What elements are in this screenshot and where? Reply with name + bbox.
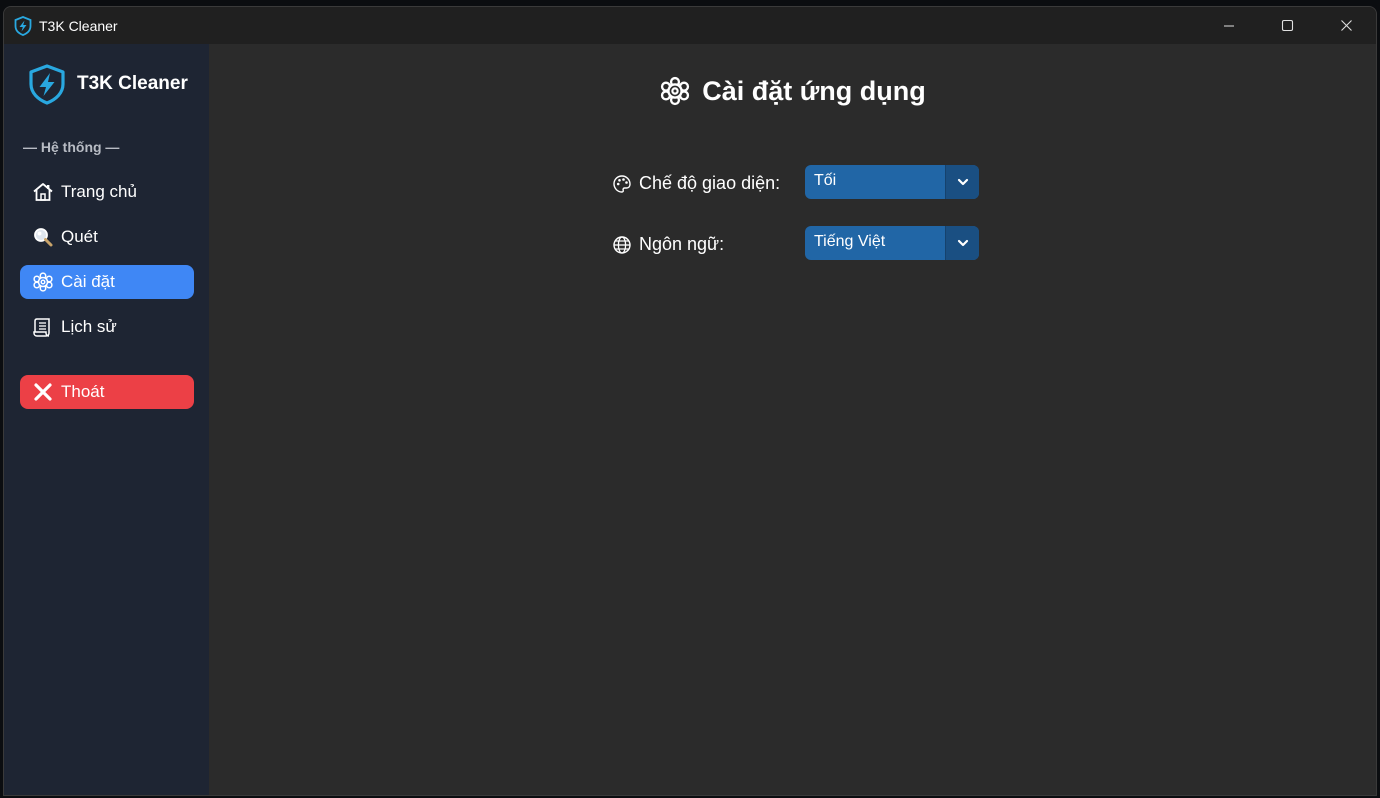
title-bar: T3K Cleaner: [4, 7, 1376, 44]
close-x-icon: [32, 381, 54, 403]
minimize-icon: [1223, 24, 1234, 27]
main-panel: Cài đặt ứng dụng Chế độ giao diện: Tối N…: [209, 44, 1376, 795]
setting-row-theme: Chế độ giao diện:: [612, 173, 804, 194]
magnifier-icon: [32, 226, 54, 248]
language-label: Ngôn ngữ:: [639, 234, 725, 254]
sidebar-item-home[interactable]: Trang chủ: [20, 175, 194, 209]
theme-dropdown-value: Tối: [814, 172, 837, 189]
page-title-text: Cài đặt ứng dụng: [702, 75, 926, 106]
sidebar-item-scan[interactable]: Quét: [20, 220, 194, 254]
brand: T3K Cleaner: [26, 63, 188, 105]
sidebar-item-label: Trang chủ: [61, 182, 137, 201]
page-title: Cài đặt ứng dụng: [209, 75, 1376, 107]
minimize-button[interactable]: [1199, 7, 1258, 44]
scroll-icon: [32, 316, 54, 338]
app-window: T3K Cleaner T3K Cleaner — Hệ thống — Tra…: [3, 6, 1377, 796]
globe-icon: [612, 235, 632, 255]
gear-icon: [659, 75, 691, 107]
maximize-button[interactable]: [1258, 7, 1317, 44]
close-button[interactable]: [1317, 7, 1376, 44]
maximize-icon: [1281, 19, 1294, 32]
sidebar-item-label: Quét: [61, 227, 98, 246]
chevron-down-icon[interactable]: [945, 226, 979, 260]
theme-dropdown[interactable]: Tối: [805, 165, 979, 199]
language-dropdown[interactable]: Tiếng Việt: [805, 226, 979, 260]
sidebar-item-label: Lịch sử: [61, 317, 117, 336]
language-dropdown-value: Tiếng Việt: [814, 233, 886, 250]
app-shield-icon: [13, 15, 33, 36]
gear-icon: [32, 271, 54, 293]
home-icon: [32, 181, 54, 203]
palette-icon: [612, 174, 632, 194]
shield-bolt-icon: [26, 63, 68, 105]
sidebar-item-history[interactable]: Lịch sử: [20, 310, 194, 344]
section-label-system: — Hệ thống —: [23, 139, 120, 155]
setting-row-language: Ngôn ngữ:: [612, 234, 804, 255]
sidebar-item-label: Cài đặt: [61, 272, 115, 291]
sidebar: T3K Cleaner — Hệ thống — Trang chủ Quét …: [4, 44, 209, 795]
brand-name: T3K Cleaner: [77, 73, 188, 94]
window-controls: [1199, 7, 1376, 44]
sidebar-item-settings[interactable]: Cài đặt: [20, 265, 194, 299]
exit-button[interactable]: Thoát: [20, 375, 194, 409]
theme-label: Chế độ giao diện:: [639, 173, 781, 193]
exit-label: Thoát: [61, 382, 105, 401]
window-title: T3K Cleaner: [39, 17, 118, 34]
chevron-down-icon[interactable]: [945, 165, 979, 199]
close-icon: [1341, 20, 1352, 31]
